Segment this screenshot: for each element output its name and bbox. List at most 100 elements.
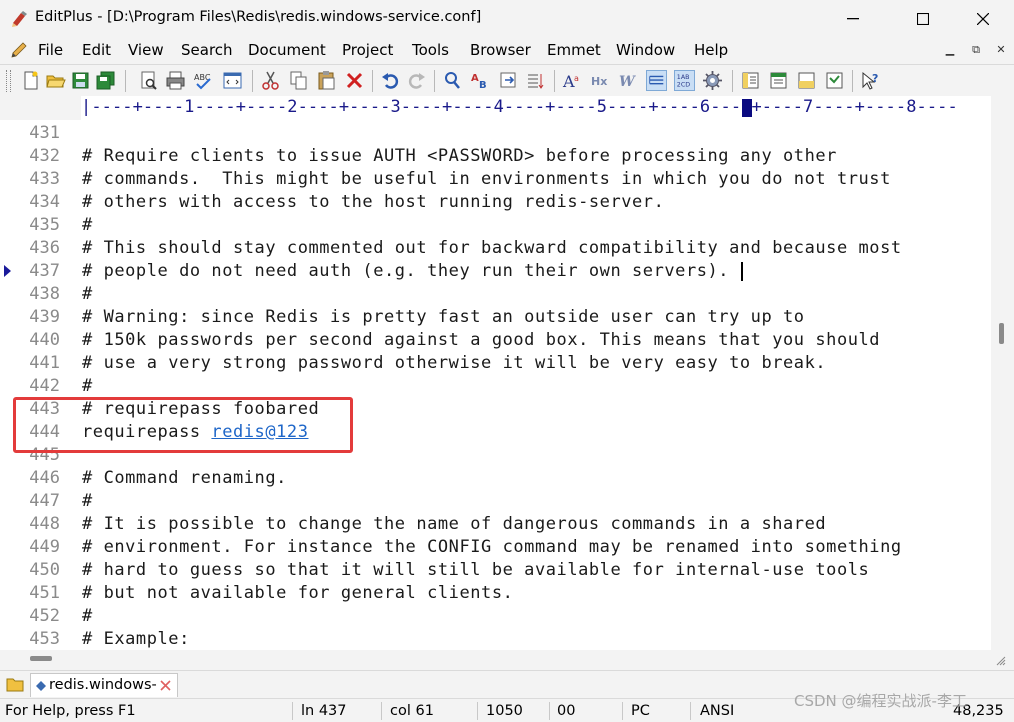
code-line[interactable]: 450 # hard to guess so that it will still…	[0, 559, 991, 582]
code-line[interactable]: 449 # environment. For instance the CONFI…	[0, 536, 991, 559]
vertical-scrollbar[interactable]	[991, 96, 1014, 650]
menu-window[interactable]: Window	[616, 41, 675, 59]
print-preview-icon[interactable]	[138, 70, 159, 91]
svg-text:2CD: 2CD	[677, 81, 690, 88]
code-line[interactable]: 438 #	[0, 283, 991, 306]
new-file-icon[interactable]	[20, 70, 41, 91]
replace-icon[interactable]: AB	[470, 70, 491, 91]
copy-icon[interactable]	[288, 70, 309, 91]
minimize-button[interactable]	[830, 0, 876, 38]
code-line[interactable]: 442 #	[0, 375, 991, 398]
menu-browser[interactable]: Browser	[470, 41, 531, 59]
document-tab[interactable]: redis.windows-	[30, 673, 178, 697]
output-window-icon[interactable]	[796, 70, 817, 91]
document-list-icon[interactable]	[740, 70, 761, 91]
code-line[interactable]: 437 # people do not need auth (e.g. they …	[0, 260, 991, 283]
menu-project[interactable]: Project	[342, 41, 393, 59]
code-line[interactable]: 447 #	[0, 490, 991, 513]
code-line[interactable]: 436 # This should stay commented out for …	[0, 237, 991, 260]
mdi-close-icon[interactable]: ✕	[993, 42, 1009, 58]
code-line[interactable]: 431	[0, 122, 991, 145]
mdi-restore-icon[interactable]: ⧉	[968, 42, 984, 58]
column-ruler[interactable]: |----+----1----+----2----+----3----+----…	[81, 96, 991, 120]
line-text-content: # 150k passwords per second against a go…	[82, 330, 881, 350]
code-line[interactable]: 453 # Example:	[0, 628, 991, 650]
font-icon[interactable]: Aa	[562, 70, 583, 91]
code-line[interactable]: 434 # others with access to the host runn…	[0, 191, 991, 214]
editplus-app-icon[interactable]	[10, 10, 28, 28]
cut-icon[interactable]	[260, 70, 281, 91]
close-button[interactable]	[960, 0, 1006, 38]
word-wrap-icon[interactable]	[526, 70, 547, 91]
paste-icon[interactable]	[316, 70, 337, 91]
mdi-minimize-icon[interactable]: ▁	[942, 42, 958, 58]
delete-icon[interactable]	[344, 70, 365, 91]
line-number-icon[interactable]: 1AB2CD	[674, 70, 695, 91]
menu-edit[interactable]: Edit	[82, 41, 111, 59]
menu-file[interactable]: File	[38, 41, 63, 59]
line-text-content: # others with access to the host running…	[82, 192, 665, 212]
status-divider	[292, 702, 293, 720]
redo-icon[interactable]	[406, 70, 427, 91]
code-line[interactable]: 432 # Require clients to issue AUTH <PASS…	[0, 145, 991, 168]
menu-help[interactable]: Help	[694, 41, 728, 59]
resize-grip-icon[interactable]	[996, 656, 1006, 666]
status-encoding[interactable]: ANSI	[700, 703, 734, 719]
text-caret	[741, 262, 743, 281]
save-icon[interactable]	[70, 70, 91, 91]
horizontal-scrollbar[interactable]	[0, 650, 1014, 670]
line-number: 432	[29, 146, 60, 166]
code-line[interactable]: 448 # It is possible to change the name o…	[0, 513, 991, 536]
line-number: 446	[29, 468, 60, 488]
help-icon[interactable]: ?	[860, 70, 881, 91]
wordwrap-w-icon[interactable]: W	[618, 70, 639, 91]
code-line[interactable]: 446 # Command renaming.	[0, 467, 991, 490]
horizontal-scroll-thumb[interactable]	[30, 656, 52, 661]
text-editor[interactable]: 431 432 # Require clients to issue AUTH <P…	[0, 120, 991, 650]
menu-view[interactable]: View	[128, 41, 164, 59]
status-line-ending[interactable]: PC	[631, 703, 650, 719]
maximize-button[interactable]	[900, 0, 946, 38]
document-tab-label: redis.windows-	[49, 677, 157, 693]
directory-icon[interactable]	[824, 70, 845, 91]
folder-icon[interactable]	[6, 676, 24, 692]
close-icon	[977, 13, 989, 25]
code-line[interactable]: 441 # use a very strong password otherwis…	[0, 352, 991, 375]
line-text: # Require clients to issue AUTH <PASSWOR…	[82, 145, 837, 168]
menu-search[interactable]: Search	[181, 41, 233, 59]
pencil-icon[interactable]	[10, 41, 28, 59]
browser-preview-icon[interactable]	[222, 70, 243, 91]
code-line[interactable]: 435 #	[0, 214, 991, 237]
find-icon[interactable]	[442, 70, 463, 91]
goto-icon[interactable]	[498, 70, 519, 91]
menu-tools[interactable]: Tools	[412, 41, 449, 59]
vertical-scroll-thumb[interactable]	[999, 323, 1004, 344]
spell-check-icon[interactable]: ABC	[193, 70, 214, 91]
menu-document[interactable]: Document	[248, 41, 326, 59]
toolbar-separator	[554, 70, 555, 92]
line-text: # people do not need auth (e.g. they run…	[82, 260, 729, 283]
settings-gear-icon[interactable]	[702, 70, 723, 91]
menu-bar: File Edit View Search Document Project T…	[0, 38, 1014, 62]
line-text-content: #	[82, 215, 93, 235]
line-text: # environment. For instance the CONFIG c…	[82, 536, 902, 559]
line-text: #	[82, 214, 93, 237]
save-all-icon[interactable]	[95, 70, 116, 91]
code-line[interactable]: 451 # but not available for general clien…	[0, 582, 991, 605]
code-line[interactable]: 452 #	[0, 605, 991, 628]
code-line[interactable]: 439 # Warning: since Redis is pretty fast…	[0, 306, 991, 329]
ruler-toggle-icon[interactable]	[646, 70, 667, 91]
toolbar-grip[interactable]	[6, 70, 11, 92]
open-folder-icon[interactable]	[45, 70, 66, 91]
code-line[interactable]: 433 # commands. This might be useful in e…	[0, 168, 991, 191]
tab-close-icon[interactable]	[159, 679, 172, 692]
code-line[interactable]: 440 # 150k passwords per second against a…	[0, 329, 991, 352]
menu-emmet[interactable]: Emmet	[547, 41, 601, 59]
line-text: #	[82, 375, 93, 398]
cliptext-icon[interactable]	[768, 70, 789, 91]
line-text: # This should stay commented out for bac…	[82, 237, 902, 260]
undo-icon[interactable]	[380, 70, 401, 91]
hex-icon[interactable]: Hx	[590, 70, 611, 91]
print-icon[interactable]	[165, 70, 186, 91]
line-text-content: # hard to guess so that it will still be…	[82, 560, 870, 580]
